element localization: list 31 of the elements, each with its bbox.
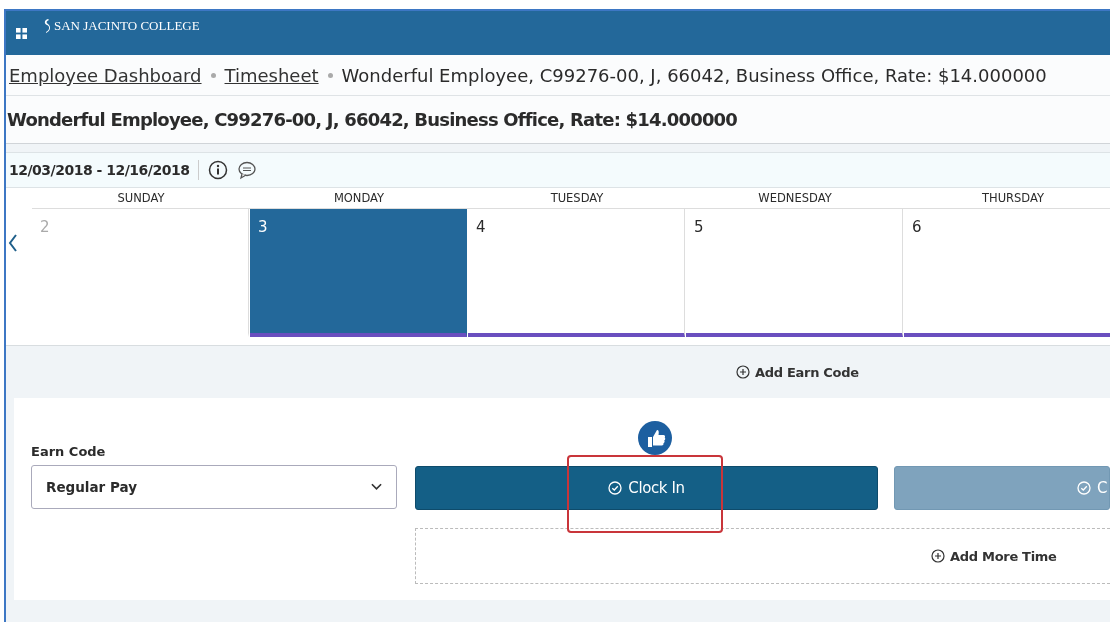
logo-icon <box>43 18 51 34</box>
breadcrumb-link[interactable]: Employee Dashboard <box>9 64 202 86</box>
breadcrumb-link[interactable]: Timesheet <box>224 64 319 86</box>
info-icon[interactable] <box>208 160 229 180</box>
thumbs-up-icon <box>637 420 673 456</box>
plus-icon <box>736 365 750 379</box>
comment-icon[interactable] <box>237 160 258 180</box>
pay-period-range: 12/03/2018 - 12/16/2018 <box>9 162 190 178</box>
breadcrumb-current: Wonderful Employee, C99276-00, J, 66042, Business Office, Rate: $14.000000 <box>341 64 1047 86</box>
earn-code-dropdown[interactable]: Regular Pay <box>31 465 397 509</box>
college-logo-text: SAN JACINTO COLLEGE <box>54 18 200 34</box>
day-number: 5 <box>694 218 704 236</box>
breadcrumb-separator <box>327 72 333 78</box>
breadcrumb-separator <box>210 72 216 78</box>
chevron-down-icon <box>371 483 382 491</box>
plus-icon <box>931 549 945 563</box>
day-number: 2 <box>40 218 50 236</box>
add-earn-code-link[interactable]: Add Earn Code <box>736 364 859 380</box>
day-cell[interactable]: 3 <box>250 209 467 337</box>
page-title: Wonderful Employee, C99276-00, J, 66042, Business Office, Rate: $14.000000 <box>6 96 1110 144</box>
day-number: 3 <box>258 218 268 236</box>
app-grid-icon[interactable] <box>16 27 27 39</box>
check-circle-icon <box>608 481 623 495</box>
day-number: 6 <box>912 218 922 236</box>
check-circle-icon <box>1076 481 1091 495</box>
add-more-time-link[interactable]: Add More Time <box>931 548 1057 564</box>
earn-code-label: Earn Code <box>31 444 107 459</box>
clock-in-button[interactable]: Clock In <box>415 466 878 510</box>
day-cell[interactable]: 4 <box>468 209 685 337</box>
day-number: 4 <box>476 218 486 236</box>
day-cell[interactable]: 5 <box>686 209 903 337</box>
